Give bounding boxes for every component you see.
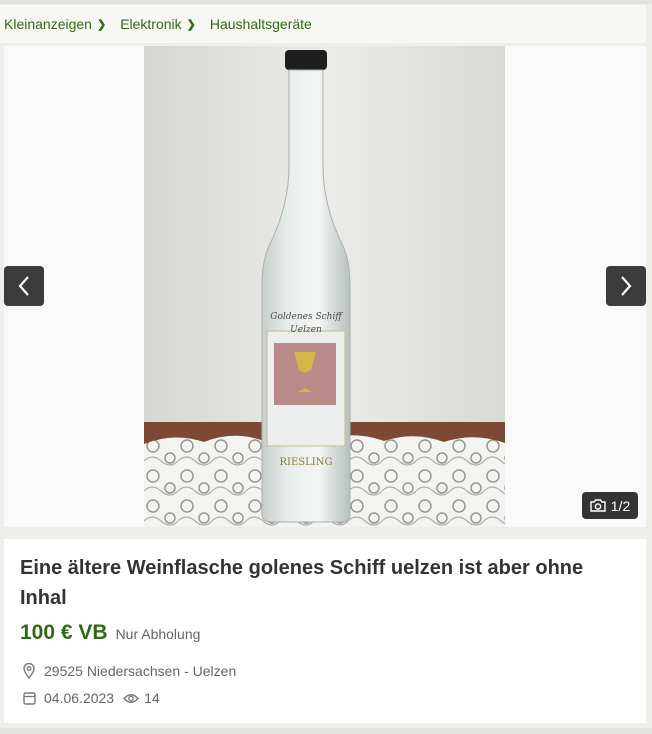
chevron-right-icon: ❯: [186, 18, 196, 31]
listing-title: Eine ältere Weinflasche golenes Schiff u…: [20, 557, 584, 609]
view-count: 14: [144, 690, 160, 706]
wine-bottle-photo: Goldenes Schiff Uelzen RIESLING: [144, 46, 505, 527]
image-gallery: Goldenes Schiff Uelzen RIESLING 1/2: [4, 46, 646, 527]
breadcrumb-label: Elektronik: [120, 16, 182, 32]
chevron-right-icon: ❯: [96, 18, 107, 31]
bottle-city-text: Uelzen: [290, 325, 322, 335]
image-counter-badge: 1/2: [582, 492, 638, 519]
bottom-border: [0, 728, 652, 734]
breadcrumb-label: Kleinanzeigen: [4, 16, 92, 32]
next-image-button[interactable]: [606, 266, 646, 306]
breadcrumb: Kleinanzeigen ❯ Elektronik ❯ Haushaltsge…: [0, 5, 646, 43]
location-pin-icon: [20, 662, 38, 680]
top-border: [0, 0, 652, 4]
image-counter-text: 1/2: [610, 497, 631, 514]
bottle-variety-text: RIESLING: [280, 457, 333, 468]
shipping-info: Nur Abholung: [115, 626, 201, 642]
listing-date: 04.06.2023: [44, 690, 115, 706]
product-photo[interactable]: Goldenes Schiff Uelzen RIESLING: [144, 46, 505, 527]
breadcrumb-item-haushaltsgeraete[interactable]: Haushaltsgeräte: [210, 16, 312, 32]
camera-icon: [590, 499, 606, 512]
chevron-right-icon: [621, 276, 632, 296]
listing-location: 29525 Niedersachsen - Uelzen: [44, 663, 237, 679]
breadcrumb-label: Haushaltsgeräte: [209, 16, 312, 32]
calendar-icon: [20, 689, 38, 707]
breadcrumb-item-elektronik[interactable]: Elektronik ❯: [120, 16, 196, 32]
eye-icon: [122, 689, 140, 707]
listing-price: 100 € VB: [20, 621, 108, 644]
listing-details: Eine ältere Weinflasche golenes Schiff u…: [4, 539, 646, 723]
bottle-brand-text: Goldenes Schiff: [270, 312, 343, 322]
price-row: 100 € VB Nur Abholung: [20, 621, 630, 645]
previous-image-button[interactable]: [4, 266, 44, 306]
breadcrumb-item-kleinanzeigen[interactable]: Kleinanzeigen ❯: [4, 16, 106, 32]
location-row: 29525 Niedersachsen - Uelzen: [20, 662, 630, 680]
chevron-left-icon: [18, 276, 29, 296]
meta-row: 04.06.2023 14: [20, 689, 630, 707]
